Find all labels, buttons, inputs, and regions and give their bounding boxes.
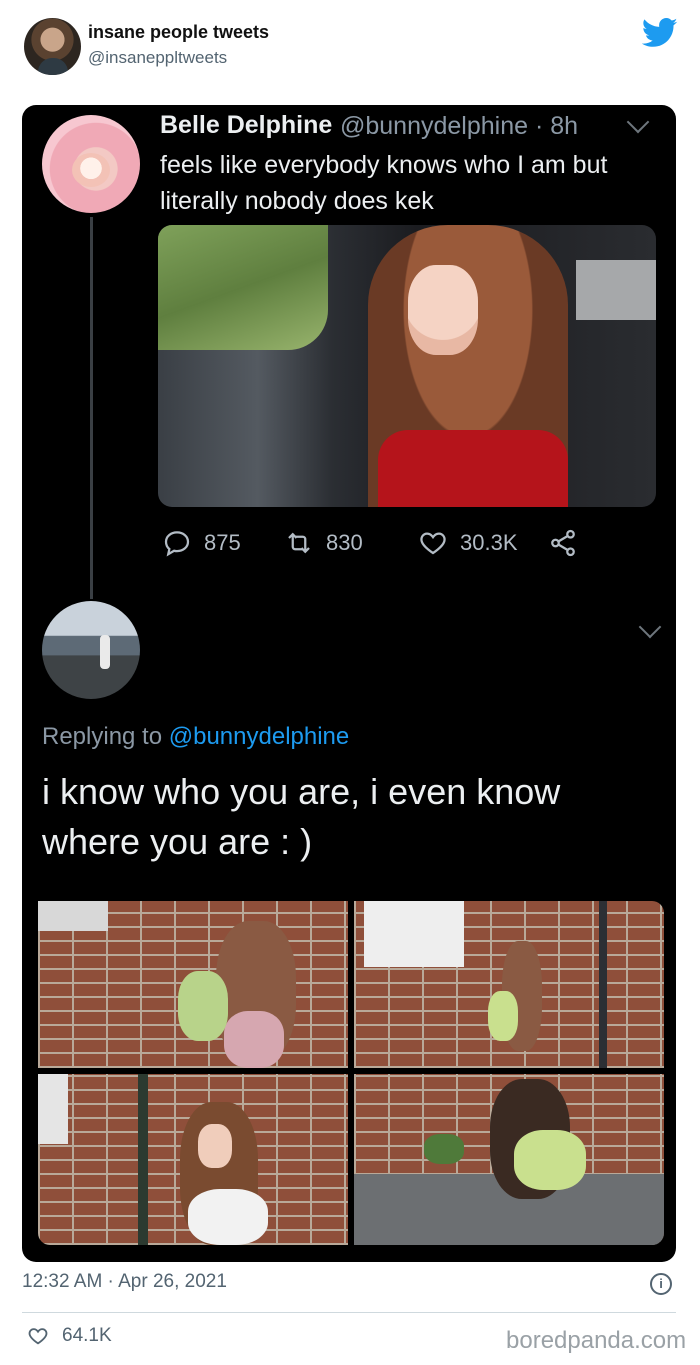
chevron-down-icon[interactable] [638,615,662,639]
reply-photo-3[interactable] [38,1074,348,1245]
photo-plant [424,1134,464,1164]
reply-photo-grid [38,901,664,1245]
heart-icon [28,1328,48,1345]
photo-bag [514,1130,586,1190]
replier-avatar[interactable] [42,601,140,699]
reply-icon [164,531,190,557]
tweet-text: feels like everybody knows who I am but … [160,151,608,215]
retweet-count: 830 [326,530,363,555]
retweet-icon [288,532,310,554]
tweet-screenshot: Belle Delphine @bunnydelphine · 8h feels… [22,105,676,1262]
photo-window [38,1074,68,1144]
chevron-down-icon[interactable] [626,110,650,134]
photo-window [38,901,108,931]
reply-count: 875 [204,530,241,555]
share-action[interactable] [548,528,578,558]
photo-shirt [188,1189,268,1245]
photo-face [408,265,478,355]
account-handle[interactable]: @insanеppltweets [88,48,227,68]
photo-face [198,1124,232,1168]
photo-dress [378,430,568,507]
photo-pipe [138,1074,148,1245]
replying-label: Replying to [42,723,163,750]
reply-action[interactable]: 875 [162,528,241,558]
tweet-photo[interactable] [158,225,656,507]
divider [22,1312,676,1313]
photo-window [364,901,464,967]
retweet-action[interactable]: 830 [284,528,363,558]
footer-like-count: 64.1K [62,1325,112,1346]
photo-pipe [599,901,607,1068]
author-name[interactable]: Belle Delphine [160,111,332,140]
watermark: boredpanda.com [506,1327,687,1354]
photo-skirt [224,1011,284,1068]
photo-bag [178,971,228,1041]
reply-photo-2[interactable] [354,901,664,1068]
reply-photo-1[interactable] [38,901,348,1068]
thread-line [90,217,93,599]
reply-photo-4[interactable] [354,1074,664,1245]
twitter-bird-icon[interactable] [642,18,678,48]
account-name[interactable]: insane people tweets [88,22,269,43]
photo-bag [488,991,518,1041]
reply-text: i know who you are, i even know where yo… [42,771,561,862]
timestamp[interactable]: 12:32 AM · Apr 26, 2021 [22,1271,227,1293]
author-avatar[interactable] [42,115,140,213]
share-icon [551,529,575,557]
heart-icon [420,532,446,555]
info-icon[interactable]: i [650,1273,672,1295]
account-avatar[interactable] [24,18,81,75]
replying-handle-link[interactable]: @bunnydelphine [169,723,350,750]
like-action[interactable]: 30.3K [418,528,518,558]
author-handle-time[interactable]: @bunnydelphine · 8h [340,112,578,141]
footer-like-action[interactable]: 64.1K [26,1325,112,1347]
like-count: 30.3K [460,530,518,555]
tweet-card: insane people tweets @insanеppltweets Be… [0,0,700,1365]
photo-rear-window [576,260,656,320]
replying-to: Replying to @bunnydelphine [42,723,349,751]
photo-car-window [158,225,328,350]
